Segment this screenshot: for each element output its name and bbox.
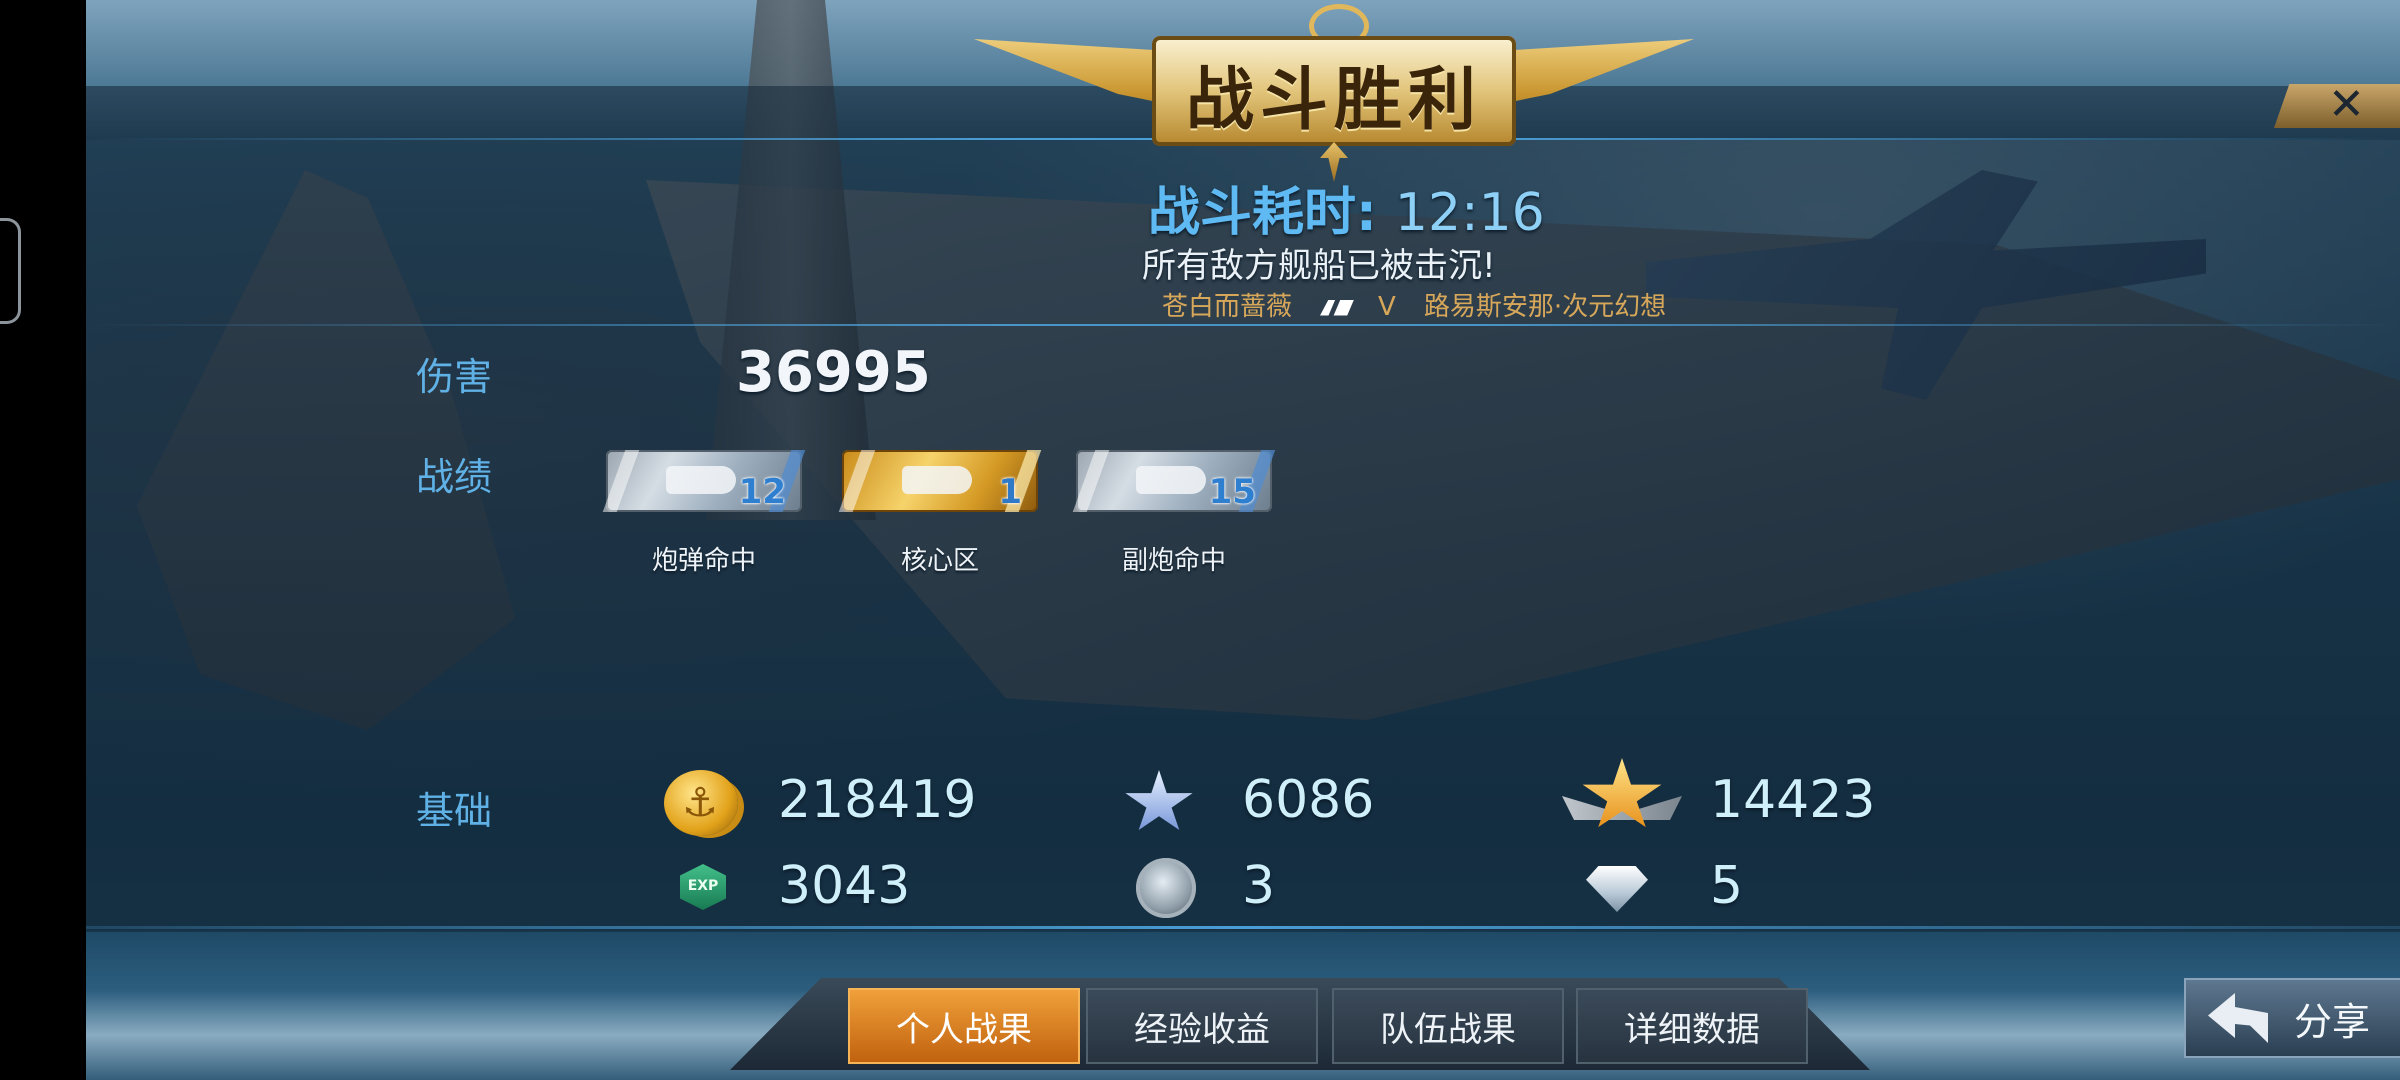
- tab-team-result[interactable]: 队伍战果: [1332, 988, 1564, 1064]
- tab-exp-gain[interactable]: 经验收益: [1086, 988, 1318, 1064]
- orb-value: 3: [1242, 856, 1276, 916]
- exp-value: 3043: [778, 856, 911, 916]
- share-arrow-icon: [2208, 993, 2268, 1043]
- medal-count: 15: [1208, 472, 1256, 512]
- achievements-label: 战绩: [416, 455, 493, 499]
- medal-count: 1: [998, 472, 1022, 512]
- battle-duration: 战斗耗时: 12:16: [1148, 170, 1545, 245]
- medal-label: 核心区: [900, 546, 979, 576]
- medal-count: 12: [738, 472, 786, 512]
- orb-icon: [1136, 858, 1196, 918]
- victim-tier: V: [1378, 292, 1396, 322]
- victory-title: 战斗胜利: [1185, 61, 1482, 140]
- medal-citadel[interactable]: 1: [838, 450, 1042, 512]
- tab-detailed-data[interactable]: 详细数据: [1576, 988, 1808, 1064]
- medal-secondary-hits[interactable]: 15: [1072, 450, 1276, 512]
- victim-name: 路易斯安那·次元幻想: [1423, 292, 1667, 322]
- share-label: 分享: [2294, 999, 2371, 1044]
- damage-value: 36995: [736, 340, 931, 405]
- kill-feed: 苍白而蔷薇 V 路易斯安那·次元幻想: [1162, 286, 1694, 323]
- kill-icon: [1320, 299, 1355, 316]
- share-button[interactable]: 分享: [2184, 978, 2400, 1058]
- battle-result-screen: 战斗胜利 ✕ 战斗耗时: 12:16 所有敌方舰船已被击沉! 苍白而蔷薇 V 路易斯…: [86, 0, 2400, 1080]
- medal-label: 副炮命中: [1121, 546, 1226, 576]
- turret-icon: [1136, 466, 1206, 494]
- silver-star-value: 6086: [1242, 770, 1375, 830]
- medal-label: 炮弹命中: [651, 546, 756, 576]
- citadel-icon: [902, 466, 972, 494]
- damage-label: 伤害: [416, 355, 493, 399]
- divider-bottom: [86, 926, 2400, 929]
- shell-icon: [666, 466, 736, 494]
- duration-label: 战斗耗时:: [1148, 183, 1377, 243]
- diamond-value: 5: [1710, 856, 1744, 916]
- medal-shell-hits[interactable]: 12: [602, 450, 806, 512]
- result-tabs: 个人战果 经验收益 队伍战果 详细数据: [730, 978, 1870, 1070]
- coin-icon: ⚓: [664, 770, 738, 836]
- coins-value: 218419: [778, 770, 977, 830]
- tab-personal-result[interactable]: 个人战果: [848, 988, 1080, 1064]
- side-edge-tab[interactable]: [0, 218, 21, 324]
- victory-banner: 战斗胜利: [974, 4, 1694, 182]
- duration-value: 12:16: [1394, 183, 1545, 243]
- divider-mid: [86, 324, 2400, 326]
- killer-name: 苍白而蔷薇: [1162, 292, 1293, 322]
- gold-star-value: 14423: [1710, 770, 1876, 830]
- basic-label: 基础: [416, 789, 493, 833]
- close-icon[interactable]: ✕: [2328, 80, 2365, 130]
- result-message: 所有敌方舰船已被击沉!: [1142, 246, 1496, 286]
